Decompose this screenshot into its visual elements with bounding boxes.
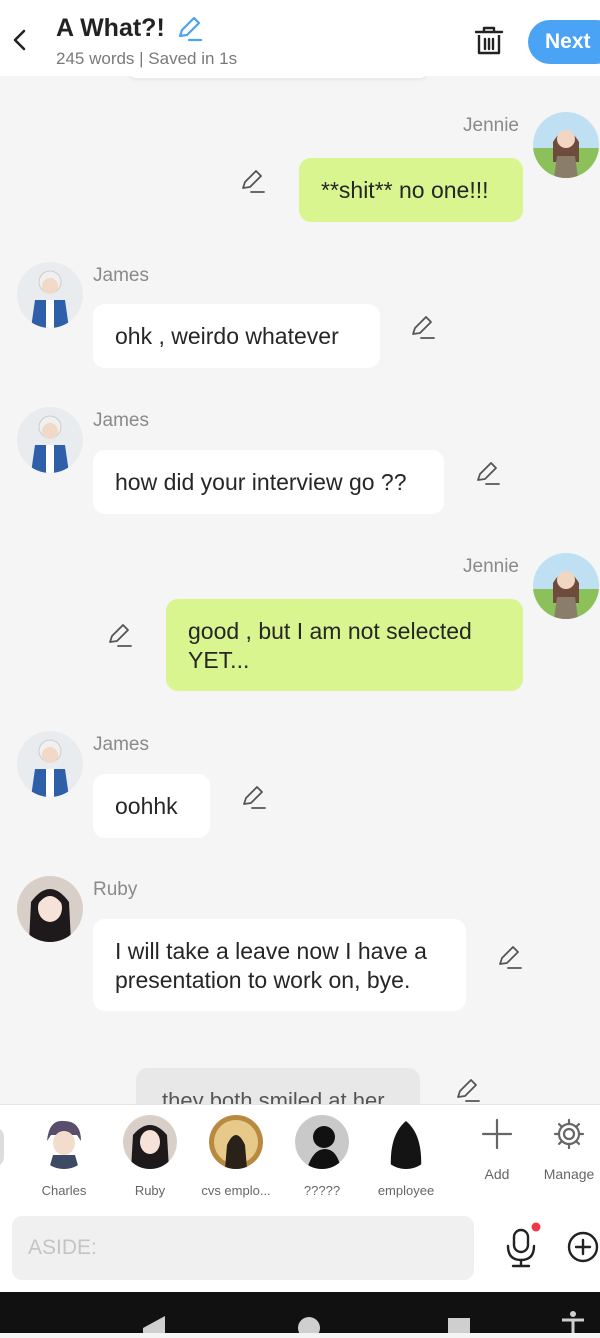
pencil-icon bbox=[499, 946, 522, 969]
message-bubble[interactable]: ohk , weirdo whatever bbox=[93, 304, 380, 368]
avatar bbox=[123, 1115, 177, 1169]
avatar-jennie[interactable] bbox=[533, 553, 599, 619]
avatar-image bbox=[17, 262, 83, 328]
trash-icon bbox=[474, 26, 504, 55]
add-character-button[interactable]: Add bbox=[462, 1117, 532, 1182]
pencil-icon bbox=[477, 462, 500, 485]
pencil-icon bbox=[243, 786, 266, 809]
nav-back-icon bbox=[143, 1316, 165, 1333]
sender-name: Jennie bbox=[463, 556, 519, 577]
pencil-icon bbox=[457, 1079, 480, 1102]
page-title: A What?! bbox=[56, 14, 165, 42]
manage-label: Manage bbox=[543, 1166, 595, 1182]
avatar-james[interactable] bbox=[17, 262, 83, 328]
message-bubble[interactable]: how did your interview go ?? bbox=[93, 450, 444, 514]
avatar-james[interactable] bbox=[17, 407, 83, 473]
plus-icon bbox=[481, 1118, 513, 1150]
character-unknown[interactable]: ????? bbox=[282, 1115, 362, 1198]
sender-name: James bbox=[93, 410, 149, 431]
manage-characters-button[interactable]: Manage bbox=[534, 1117, 600, 1182]
top-bar: A What?! 245 words | Saved in 1s Next bbox=[0, 0, 600, 76]
edit-title-button[interactable] bbox=[175, 15, 203, 43]
sender-name: Ruby bbox=[93, 879, 138, 900]
avatar-image bbox=[533, 112, 599, 178]
avatar bbox=[379, 1115, 433, 1169]
character-label: cvs emplo... bbox=[201, 1183, 271, 1198]
word-count-status: 245 words | Saved in 1s bbox=[56, 49, 238, 68]
plus-circle-icon bbox=[567, 1231, 599, 1263]
avatar-image bbox=[533, 553, 599, 619]
edit-narration-button[interactable] bbox=[454, 1077, 482, 1105]
delete-button[interactable] bbox=[470, 22, 508, 60]
nav-recents-icon bbox=[448, 1318, 470, 1333]
microphone-icon bbox=[506, 1222, 541, 1268]
composer-bar bbox=[0, 1204, 600, 1292]
message-bubble[interactable]: **shit** no one!!! bbox=[299, 158, 523, 222]
edit-message-button[interactable] bbox=[496, 944, 524, 972]
character-label: ????? bbox=[303, 1183, 341, 1198]
voice-input-button[interactable] bbox=[502, 1222, 542, 1272]
gear-icon bbox=[553, 1118, 585, 1150]
system-nav-bar bbox=[0, 1292, 600, 1338]
message-bubble[interactable]: I will take a leave now I have a present… bbox=[93, 919, 466, 1011]
character-selector: Charles Ruby cvs emplo... ????? employee… bbox=[0, 1104, 600, 1205]
avatar-image bbox=[379, 1115, 433, 1169]
avatar-image bbox=[17, 731, 83, 797]
accessibility-icon bbox=[570, 1311, 576, 1317]
edit-message-button[interactable] bbox=[409, 314, 437, 342]
edit-message-button[interactable] bbox=[474, 460, 502, 488]
sender-name: Jennie bbox=[463, 115, 519, 136]
character-label: employee bbox=[377, 1183, 435, 1198]
avatar bbox=[37, 1115, 91, 1169]
message-bubble[interactable]: good , but I am not selected YET... bbox=[166, 599, 523, 691]
system-nav-icons bbox=[143, 1311, 584, 1338]
character-label: Charles bbox=[41, 1183, 87, 1198]
edit-message-button[interactable] bbox=[106, 622, 134, 650]
notification-dot-icon bbox=[531, 1222, 541, 1232]
character-scroll-edge bbox=[0, 1127, 4, 1167]
add-content-button[interactable] bbox=[566, 1230, 600, 1264]
avatar-image bbox=[37, 1115, 91, 1169]
aside-input[interactable] bbox=[12, 1216, 474, 1280]
sender-name: James bbox=[93, 734, 149, 755]
next-button[interactable]: Next bbox=[528, 20, 600, 64]
sender-name: James bbox=[93, 265, 149, 286]
avatar-ruby[interactable] bbox=[17, 876, 83, 942]
back-button[interactable] bbox=[6, 20, 34, 60]
avatar-image bbox=[209, 1115, 263, 1169]
message-bubble[interactable]: oohhk bbox=[93, 774, 210, 838]
add-label: Add bbox=[484, 1166, 510, 1182]
character-label: Ruby bbox=[134, 1183, 166, 1198]
pencil-icon bbox=[109, 624, 132, 647]
avatar-jennie[interactable] bbox=[533, 112, 599, 178]
pencil-icon bbox=[179, 16, 203, 41]
character-employee[interactable]: employee bbox=[366, 1115, 446, 1198]
avatar-image bbox=[295, 1115, 349, 1169]
story-title-area: A What?! 245 words | Saved in 1s bbox=[56, 14, 237, 69]
avatar bbox=[295, 1115, 349, 1169]
character-cvs-employee[interactable]: cvs emplo... bbox=[196, 1115, 276, 1198]
edit-message-button[interactable] bbox=[239, 168, 267, 196]
avatar bbox=[209, 1115, 263, 1169]
character-ruby[interactable]: Ruby bbox=[110, 1115, 190, 1198]
nav-home-icon bbox=[298, 1317, 320, 1338]
edit-message-button[interactable] bbox=[240, 784, 268, 812]
character-charles[interactable]: Charles bbox=[24, 1115, 104, 1198]
avatar-image bbox=[17, 876, 83, 942]
avatar-james[interactable] bbox=[17, 731, 83, 797]
pencil-icon bbox=[242, 170, 265, 193]
avatar-image bbox=[17, 407, 83, 473]
avatar-image bbox=[123, 1115, 177, 1169]
chevron-left-icon bbox=[13, 29, 26, 51]
pencil-icon bbox=[412, 316, 435, 339]
